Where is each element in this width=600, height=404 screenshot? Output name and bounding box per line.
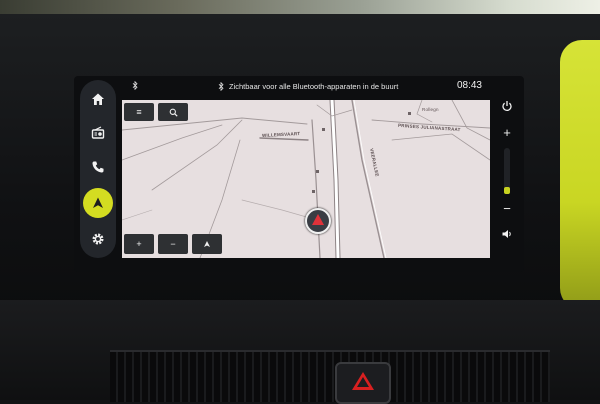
hazard-button[interactable] (335, 362, 391, 404)
bluetooth-notice: Zichtbaar voor alle Bluetooth-apparaten … (218, 82, 398, 91)
power-button[interactable] (494, 94, 520, 118)
volume-down-icon: − (503, 200, 511, 216)
bluetooth-status-icon (132, 81, 138, 90)
infotainment-screen: Zichtbaar voor alle Bluetooth-apparaten … (74, 76, 524, 272)
volume-level[interactable] (504, 148, 510, 194)
radio-icon (91, 126, 105, 139)
home-icon (92, 93, 104, 105)
volume-up-button[interactable]: + (494, 120, 520, 144)
settings-button[interactable] (83, 224, 113, 254)
navigation-icon (93, 197, 103, 208)
street-label: Rollegn (422, 107, 439, 112)
home-button[interactable] (83, 84, 113, 114)
bluetooth-icon (218, 82, 224, 91)
control-rail: + − (494, 86, 520, 258)
hazard-icon (352, 372, 374, 390)
menu-icon: ≡ (136, 107, 142, 117)
clock: 08:43 (456, 80, 482, 91)
bluetooth-message: Zichtbaar voor alle Bluetooth-apparaten … (229, 82, 399, 91)
position-arrow-icon (312, 214, 324, 225)
air-vent (110, 350, 550, 402)
radio-button[interactable] (83, 118, 113, 148)
navigation-button[interactable] (83, 188, 113, 218)
zoom-in-button[interactable]: + (124, 234, 154, 254)
search-button[interactable] (158, 103, 188, 121)
gear-icon (92, 233, 104, 245)
vehicle-position-marker (305, 208, 331, 234)
speaker-button[interactable] (494, 222, 520, 246)
zoom-out-icon: − (170, 239, 176, 249)
volume-fill (504, 187, 510, 194)
navigation-map[interactable]: WILLEMSVAART PRINSES JULIANASTRAAT VEERA… (122, 100, 490, 258)
app-rail (80, 80, 116, 258)
speaker-icon (502, 230, 511, 238)
power-icon (502, 101, 512, 112)
zoom-in-icon: + (136, 239, 142, 249)
volume-down-button[interactable]: − (494, 196, 520, 220)
search-icon (169, 108, 178, 117)
status-bar: Zichtbaar voor alle Bluetooth-apparaten … (122, 76, 482, 96)
compass-icon (204, 241, 210, 247)
menu-button[interactable]: ≡ (124, 103, 154, 121)
zoom-out-button[interactable]: − (158, 234, 188, 254)
volume-up-icon: + (503, 124, 511, 140)
phone-button[interactable] (83, 152, 113, 182)
yellow-trim (560, 40, 600, 310)
phone-icon (92, 161, 104, 173)
compass-button[interactable] (192, 234, 222, 254)
